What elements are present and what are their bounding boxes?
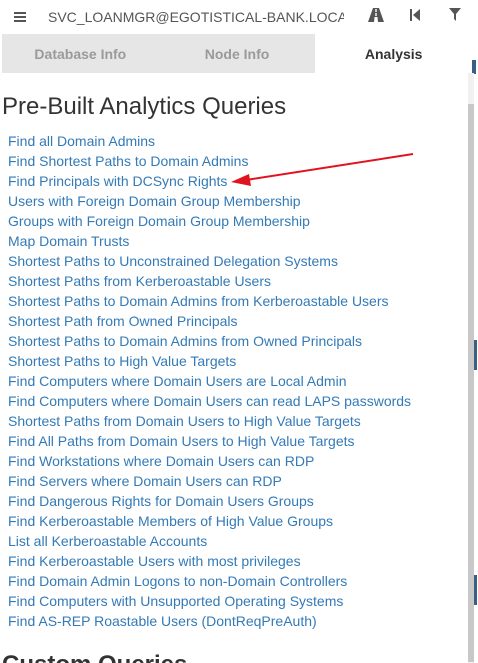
menu-icon [14,11,26,23]
query-item[interactable]: Find Principals with DCSync Rights [8,171,411,191]
tab-database-info[interactable]: Database Info [2,34,159,73]
query-item[interactable]: Find Servers where Domain Users can RDP [8,471,411,491]
query-item[interactable]: Shortest Paths to Unconstrained Delegati… [8,251,411,271]
query-item[interactable]: Find Kerberoastable Users with most priv… [8,551,411,571]
query-item[interactable]: Find all Domain Admins [8,131,411,151]
tab-node-info[interactable]: Node Info [158,34,316,73]
query-list: Find all Domain Admins Find Shortest Pat… [8,131,411,631]
query-item[interactable]: Find Dangerous Rights for Domain Users G… [8,491,411,511]
menu-button[interactable] [0,0,40,34]
query-item[interactable]: List all Kerberoastable Accounts [8,531,411,551]
query-item[interactable]: Groups with Foreign Domain Group Members… [8,211,411,231]
graph-edge [472,60,476,74]
search-bar [0,0,478,34]
filter-button[interactable] [440,0,470,34]
query-item[interactable]: Shortest Paths to Domain Admins from Own… [8,331,411,351]
query-item[interactable]: Find Domain Admin Logons to non-Domain C… [8,571,411,591]
pathfinding-button[interactable] [361,0,391,34]
graph-edge [474,340,477,370]
query-item[interactable]: Shortest Paths from Domain Users to High… [8,411,411,431]
section-title: Pre-Built Analytics Queries [2,93,287,120]
query-item[interactable]: Find Computers where Domain Users can re… [8,391,411,411]
analysis-content[interactable]: Pre-Built Analytics Queries Find all Dom… [0,73,468,663]
query-item[interactable]: Find Kerberoastable Members of High Valu… [8,511,411,531]
query-item[interactable]: Find Shortest Paths to Domain Admins [8,151,411,171]
query-item[interactable]: Shortest Paths to Domain Admins from Ker… [8,291,411,311]
back-icon [410,8,420,26]
query-item[interactable]: Shortest Paths to High Value Targets [8,351,411,371]
query-item[interactable]: Find All Paths from Domain Users to High… [8,431,411,451]
graph-edge [474,575,477,605]
search-input[interactable] [40,4,348,30]
query-item[interactable]: Shortest Paths from Kerberoastable Users [8,271,411,291]
query-item[interactable]: Users with Foreign Domain Group Membersh… [8,191,411,211]
filter-icon [449,8,461,26]
query-item[interactable]: Find Computers where Domain Users are Lo… [8,371,411,391]
analysis-panel: Database Info Node Info Analysis Pre-Bui… [0,34,474,663]
scrollbar-thumb[interactable] [468,104,474,662]
query-item[interactable]: Find AS-REP Roastable Users (DontReqPreA… [8,611,411,631]
query-item[interactable]: Find Computers with Unsupported Operatin… [8,591,411,611]
back-button[interactable] [400,0,430,34]
query-item[interactable]: Find Workstations where Domain Users can… [8,451,411,471]
custom-queries-title: Custom Queries [2,651,187,663]
query-item[interactable]: Shortest Path from Owned Principals [8,311,411,331]
pathfinding-icon [368,7,384,27]
tab-bar: Database Info Node Info Analysis [2,34,473,73]
tab-analysis[interactable]: Analysis [315,34,473,73]
query-item[interactable]: Map Domain Trusts [8,231,411,251]
